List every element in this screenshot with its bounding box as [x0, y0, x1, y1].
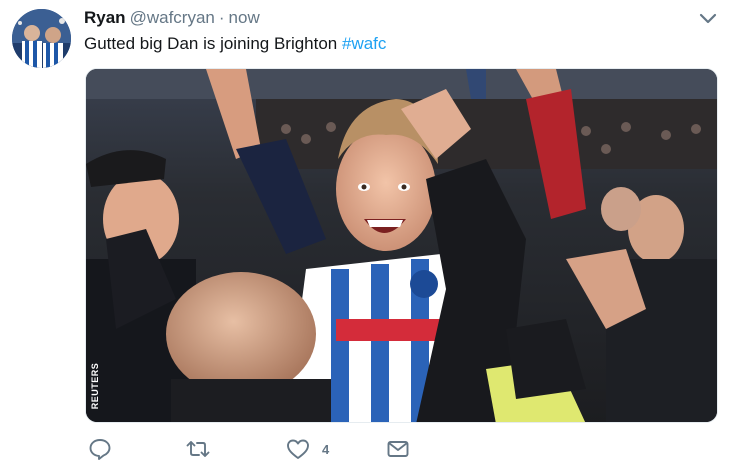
like-count: 4	[322, 441, 330, 457]
author-handle[interactable]: @wafcryan	[130, 8, 215, 28]
tweet-text-body: Gutted big Dan is joining Brighton	[84, 34, 342, 53]
avatar[interactable]	[12, 9, 71, 68]
heart-icon	[287, 439, 309, 459]
retweet-button[interactable]	[186, 437, 210, 461]
tweet-photo[interactable]: REUTERS	[85, 68, 718, 423]
tweet-text: Gutted big Dan is joining Brighton #wafc	[84, 34, 386, 54]
more-options-chevron-down-icon[interactable]	[698, 10, 718, 28]
retweet-icon	[186, 441, 210, 457]
envelope-icon	[387, 441, 409, 457]
timestamp[interactable]: now	[229, 8, 260, 28]
tweet-header: Ryan @wafcryan · now	[84, 8, 260, 30]
separator-dot: ·	[218, 8, 225, 27]
hashtag-link[interactable]: #wafc	[342, 34, 386, 53]
reply-button[interactable]	[88, 437, 112, 461]
reply-icon	[89, 439, 111, 460]
watermark-text: REUTERS	[90, 362, 100, 410]
reuters-watermark: REUTERS	[88, 356, 102, 416]
tweet-actions: 4	[84, 437, 484, 461]
avatar-image	[12, 9, 71, 68]
direct-message-button[interactable]	[386, 437, 410, 461]
like-button[interactable]: 4	[286, 437, 329, 461]
tweet-card: Ryan @wafcryan · now Gutted big Dan is j…	[0, 0, 731, 464]
author-name[interactable]: Ryan	[84, 8, 126, 28]
photo-image	[86, 69, 717, 422]
